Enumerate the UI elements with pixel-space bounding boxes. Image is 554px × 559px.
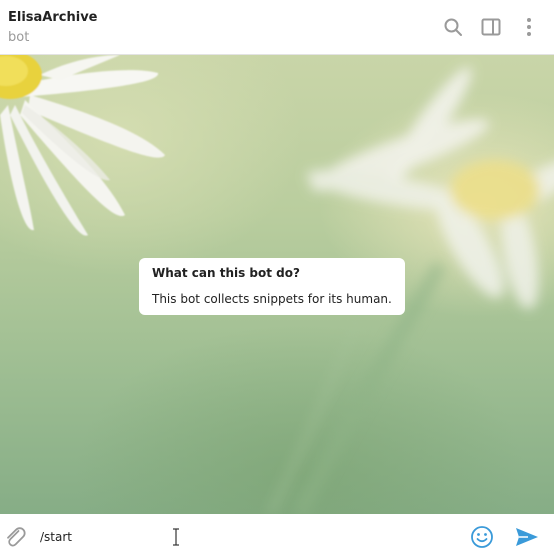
search-icon[interactable]	[441, 15, 465, 39]
attach-icon[interactable]	[2, 524, 28, 550]
chat-header: ElisaArchive bot	[0, 0, 554, 55]
chat-title-block[interactable]: ElisaArchive bot	[8, 10, 97, 46]
message-input[interactable]	[40, 527, 450, 547]
message-composer	[0, 514, 554, 559]
chat-subtitle: bot	[8, 30, 30, 45]
send-icon[interactable]	[514, 524, 540, 550]
bot-info-description: This bot collects snippets for its human…	[152, 292, 392, 306]
emoji-icon[interactable]	[469, 524, 495, 550]
chat-title[interactable]: ElisaArchive	[8, 10, 97, 26]
bot-info-title: What can this bot do?	[152, 266, 300, 280]
sidebar-toggle-icon[interactable]	[479, 15, 503, 39]
bot-info-card: What can this bot do? This bot collects …	[139, 258, 405, 315]
text-cursor-icon	[171, 528, 181, 546]
more-vertical-icon[interactable]	[517, 15, 541, 39]
telegram-chat-window: ElisaArchive bot What can this bot do? T…	[0, 0, 554, 559]
